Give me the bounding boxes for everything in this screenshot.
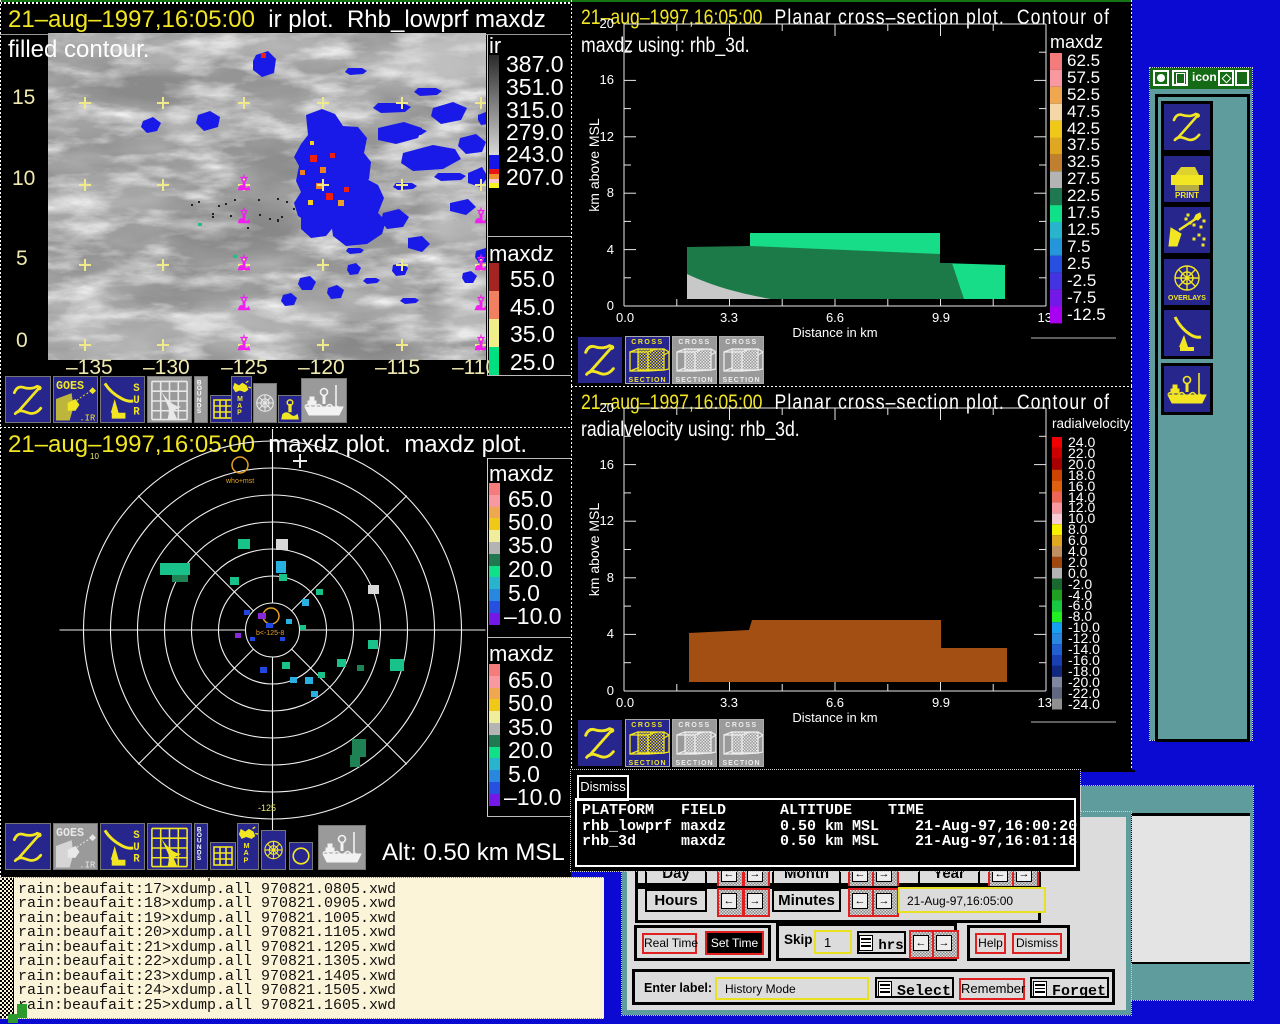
- svg-text:M: M: [237, 395, 243, 402]
- svg-text:.IR: .IR: [79, 413, 96, 422]
- svg-text:16: 16: [600, 457, 614, 472]
- svg-text:13: 13: [1038, 695, 1052, 710]
- svg-text:20: 20: [600, 400, 614, 415]
- svg-text:radialvelocity: radialvelocity: [1052, 416, 1130, 431]
- svg-text:P: P: [237, 409, 242, 416]
- svg-text:R: R: [133, 406, 140, 418]
- svg-text:km above MSL: km above MSL: [586, 118, 602, 212]
- svg-text:8: 8: [607, 185, 614, 200]
- svg-text:3.3: 3.3: [720, 310, 738, 325]
- svg-text:10: 10: [90, 452, 99, 461]
- svg-text:who+mst: who+mst: [225, 478, 254, 485]
- svg-text:0.0: 0.0: [616, 310, 634, 325]
- svg-text:20: 20: [600, 16, 614, 31]
- svg-text:P: P: [243, 855, 248, 864]
- svg-text:0.0: 0.0: [616, 695, 634, 710]
- svg-text:S: S: [133, 383, 140, 395]
- svg-text:6.6: 6.6: [826, 310, 844, 325]
- svg-text:U: U: [133, 394, 139, 406]
- svg-text:-12.5: -12.5: [1067, 305, 1106, 324]
- svg-text:-125: -125: [258, 803, 276, 813]
- svg-text:S: S: [197, 407, 202, 414]
- svg-text:U: U: [133, 841, 139, 853]
- svg-text:13: 13: [1038, 310, 1052, 325]
- svg-text:9.9: 9.9: [932, 310, 950, 325]
- svg-text:0: 0: [607, 683, 614, 698]
- svg-text:3.3: 3.3: [720, 695, 738, 710]
- svg-text:GOES: GOES: [56, 379, 84, 393]
- svg-text:16: 16: [600, 72, 614, 87]
- svg-text:6.6: 6.6: [826, 695, 844, 710]
- svg-text:8: 8: [607, 570, 614, 585]
- svg-text:R: R: [133, 853, 140, 865]
- svg-text:4: 4: [607, 242, 614, 257]
- svg-text:0: 0: [607, 298, 614, 313]
- svg-text:OVERLAYS: OVERLAYS: [1168, 295, 1206, 302]
- svg-text:S: S: [133, 830, 140, 842]
- svg-text:S: S: [197, 854, 202, 861]
- svg-text:-24.0: -24.0: [1068, 696, 1100, 712]
- svg-text:9.9: 9.9: [932, 695, 950, 710]
- svg-text:b<-125-8: b<-125-8: [256, 630, 284, 637]
- svg-text:.IR: .IR: [79, 860, 96, 869]
- svg-text:km above MSL: km above MSL: [586, 503, 602, 597]
- svg-text:A: A: [237, 402, 242, 409]
- svg-text:PRINT: PRINT: [1175, 191, 1199, 199]
- svg-text:maxdz: maxdz: [1050, 32, 1103, 52]
- svg-text:4: 4: [607, 626, 614, 641]
- svg-text:GOES: GOES: [56, 826, 84, 840]
